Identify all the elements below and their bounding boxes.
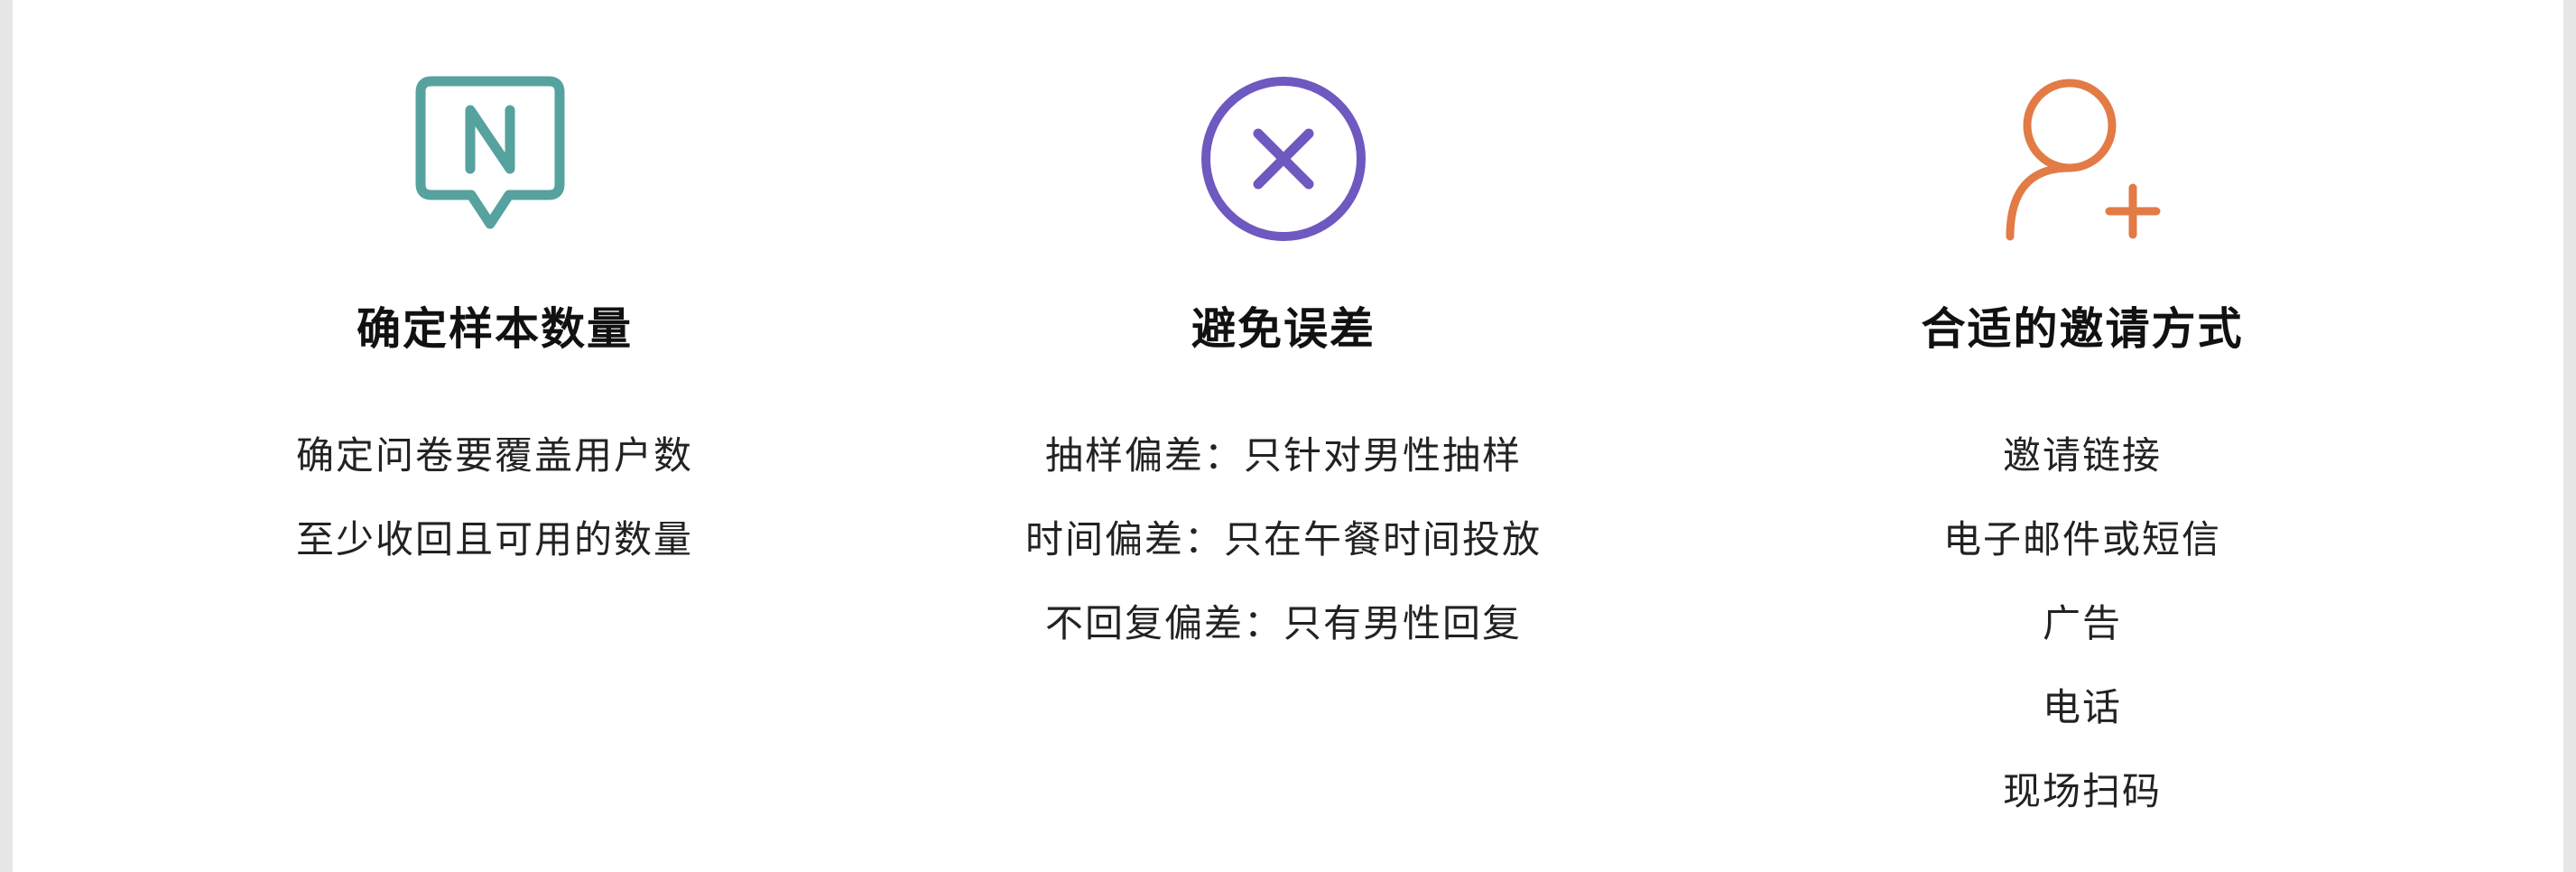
item-list: 邀请链接 电子邮件或短信 广告 电话 现场扫码 — [1676, 413, 2488, 833]
list-item: 电子邮件或短信 — [1942, 517, 2221, 561]
item-list: 抽样偏差：只针对男性抽样 时间偏差：只在午餐时间投放 不回复偏差：只有男性回复 — [877, 413, 1690, 665]
column-title: 避免误差 — [1191, 303, 1376, 355]
list-item: 现场扫码 — [2002, 769, 2162, 813]
message-n-icon — [404, 69, 585, 249]
list-item: 确定问卷要覆盖用户数 — [295, 433, 693, 478]
item-list: 确定问卷要覆盖用户数 至少收回且可用的数量 — [88, 413, 901, 581]
list-item: 至少收回且可用的数量 — [295, 517, 693, 561]
list-item: 抽样偏差：只针对男性抽样 — [1044, 433, 1522, 478]
add-user-icon — [1992, 69, 2173, 249]
column-title: 合适的邀请方式 — [1921, 303, 2244, 355]
circle-x-icon — [1193, 69, 1374, 249]
list-item: 邀请链接 — [2002, 433, 2162, 478]
list-item: 广告 — [2042, 601, 2122, 645]
list-item: 时间偏差：只在午餐时间投放 — [1024, 517, 1542, 561]
page: 确定样本数量 确定问卷要覆盖用户数 至少收回且可用的数量 避免误差 抽样偏差：只… — [13, 0, 2563, 872]
list-item: 不回复偏差：只有男性回复 — [1044, 601, 1522, 645]
list-item: 电话 — [2042, 685, 2122, 729]
column-title: 确定样本数量 — [356, 303, 633, 355]
